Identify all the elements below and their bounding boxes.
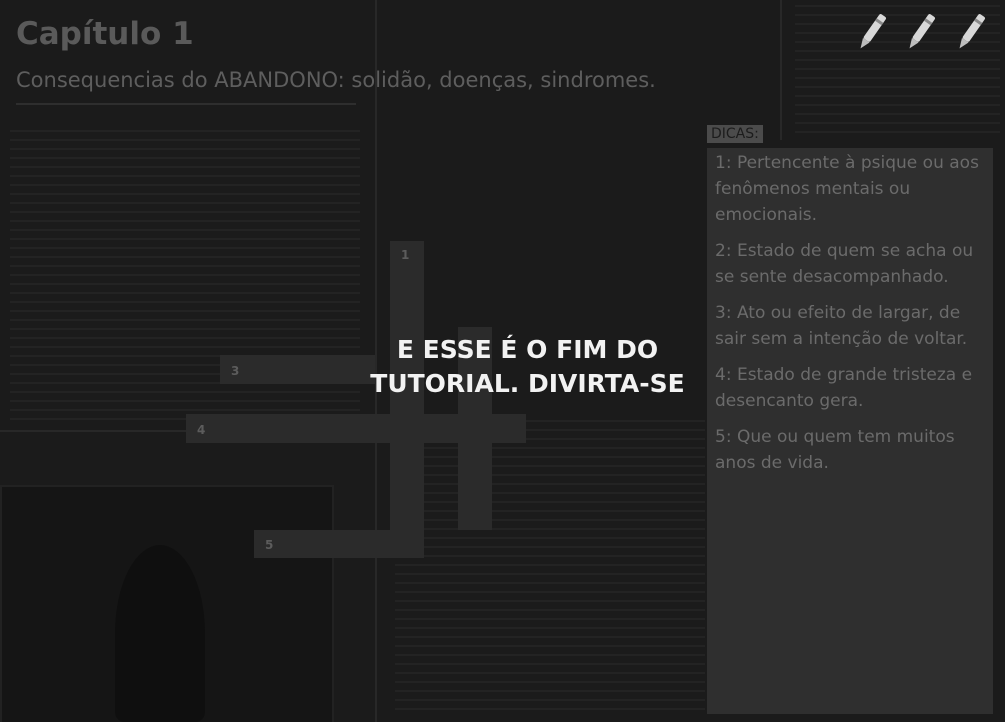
hint-4: 4: Estado de grande tristeza e desencant… [715, 365, 973, 411]
subtitle-divider [16, 103, 356, 105]
hint-5: 5: Que ou quem tem muitos anos de vida. [715, 427, 955, 473]
hints-panel: 1: Pertencente à psique ou aos fenômenos… [707, 148, 993, 714]
clue-number-3: 3 [231, 364, 240, 378]
clue-number-1: 1 [401, 248, 410, 262]
newspaper-column-bottom [395, 420, 705, 715]
column-divider [780, 0, 782, 140]
tutorial-end-line-1: E ESSE É O FIM DO [396, 335, 659, 364]
tutorial-end-message: E ESSE É O FIM DO TUTORIAL. DIVIRTA-SE [355, 333, 700, 401]
hint-3: 3: Ato ou efeito de largar, de sair sem … [715, 303, 968, 349]
word-5-cells[interactable] [254, 530, 424, 558]
hint-2: 2: Estado de quem se acha ou se sente de… [715, 241, 974, 287]
word-3-cells[interactable] [220, 355, 375, 384]
chapter-title: Capítulo 1 [16, 16, 194, 52]
pen-tool-1[interactable] [856, 10, 888, 54]
hint-1: 1: Pertencente à psique ou aos fenômenos… [715, 153, 979, 225]
clue-number-5: 5 [265, 538, 274, 552]
person-silhouette [115, 545, 205, 722]
pen-tool-2[interactable] [905, 10, 937, 54]
clue-number-4: 4 [197, 423, 206, 437]
pen-icon [909, 14, 935, 49]
word-4-cells[interactable] [186, 414, 526, 443]
hints-label: DICAS: [707, 125, 763, 143]
pen-icon [860, 14, 886, 49]
pen-tool-3[interactable] [955, 10, 987, 54]
chapter-subtitle: Consequencias do ABANDONO: solidão, doen… [16, 68, 656, 92]
pen-icon [959, 14, 985, 49]
tutorial-end-line-2: TUTORIAL. DIVIRTA-SE [370, 369, 685, 398]
